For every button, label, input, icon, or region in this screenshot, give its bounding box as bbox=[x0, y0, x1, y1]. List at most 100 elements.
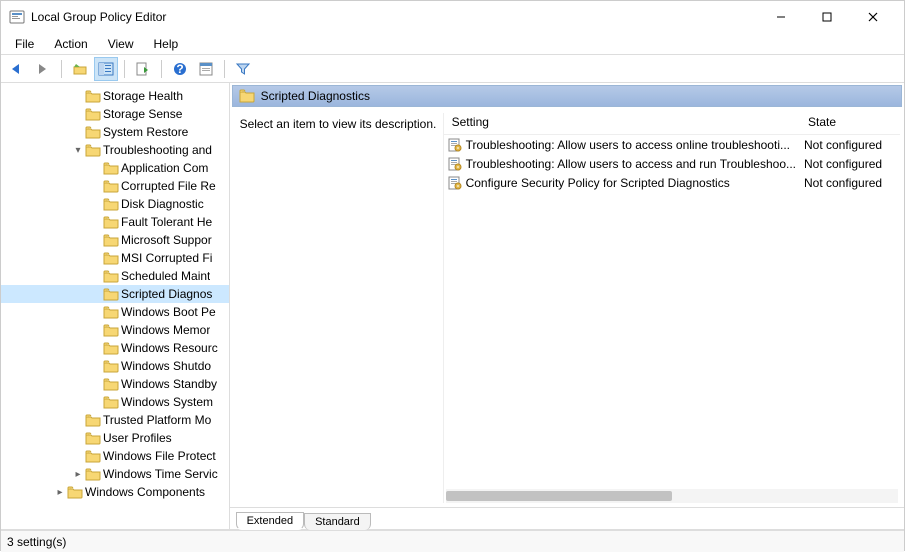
policy-icon bbox=[448, 157, 462, 171]
tree-toggle-icon[interactable]: ▸ bbox=[53, 487, 67, 498]
tree-item[interactable]: ▾Troubleshooting and bbox=[1, 141, 229, 159]
folder-icon bbox=[103, 395, 119, 409]
tree-item-label: Scripted Diagnos bbox=[121, 287, 212, 301]
tree-item[interactable]: Disk Diagnostic bbox=[1, 195, 229, 213]
folder-icon bbox=[67, 485, 83, 499]
toolbar-separator bbox=[124, 60, 125, 78]
tree-item[interactable]: Windows System bbox=[1, 393, 229, 411]
folder-icon bbox=[239, 89, 255, 103]
tree-item-label: Application Com bbox=[121, 161, 208, 175]
maximize-button[interactable] bbox=[804, 1, 850, 33]
tree: Storage Health Storage Sense System Restor… bbox=[1, 87, 229, 501]
folder-icon bbox=[103, 179, 119, 193]
toolbar-separator bbox=[161, 60, 162, 78]
tree-item-label: Windows System bbox=[121, 395, 213, 409]
folder-icon bbox=[103, 341, 119, 355]
menu-bar: File Action View Help bbox=[1, 33, 904, 55]
scrollbar-thumb[interactable] bbox=[446, 491, 672, 501]
tree-item-label: Microsoft Suppor bbox=[121, 233, 212, 247]
tab-standard[interactable]: Standard bbox=[304, 513, 371, 530]
forward-button[interactable] bbox=[31, 57, 55, 81]
tree-item-label: Windows Boot Pe bbox=[121, 305, 216, 319]
policy-icon bbox=[448, 176, 462, 190]
tree-item[interactable]: Fault Tolerant He bbox=[1, 213, 229, 231]
filter-button[interactable] bbox=[231, 57, 255, 81]
tree-item[interactable]: Application Com bbox=[1, 159, 229, 177]
tree-item-label: Fault Tolerant He bbox=[121, 215, 212, 229]
column-header-setting[interactable]: Setting bbox=[444, 113, 800, 134]
tree-item-label: Storage Sense bbox=[103, 107, 182, 121]
tree-toggle-icon[interactable]: ▸ bbox=[71, 469, 85, 480]
folder-icon bbox=[103, 269, 119, 283]
folder-icon bbox=[103, 377, 119, 391]
show-tree-button[interactable] bbox=[94, 57, 118, 81]
policy-icon bbox=[448, 138, 462, 152]
folder-icon bbox=[85, 431, 101, 445]
export-button[interactable] bbox=[131, 57, 155, 81]
tree-pane[interactable]: Storage Health Storage Sense System Restor… bbox=[1, 83, 230, 529]
tree-item[interactable]: Microsoft Suppor bbox=[1, 231, 229, 249]
tree-item[interactable]: MSI Corrupted Fi bbox=[1, 249, 229, 267]
tree-item-label: Trusted Platform Mo bbox=[103, 413, 211, 427]
description-prompt: Select an item to view its description. bbox=[240, 117, 437, 131]
window-title: Local Group Policy Editor bbox=[31, 10, 758, 24]
tree-item-label: Windows Components bbox=[85, 485, 205, 499]
tree-item[interactable]: Corrupted File Re bbox=[1, 177, 229, 195]
minimize-button[interactable] bbox=[758, 1, 804, 33]
toolbar-separator bbox=[61, 60, 62, 78]
folder-icon bbox=[103, 233, 119, 247]
folder-icon bbox=[103, 287, 119, 301]
up-button[interactable] bbox=[68, 57, 92, 81]
tree-item-label: Windows File Protect bbox=[103, 449, 216, 463]
horizontal-scrollbar[interactable] bbox=[446, 489, 898, 503]
settings-row[interactable]: Troubleshooting: Allow users to access a… bbox=[444, 154, 900, 173]
folder-icon bbox=[103, 323, 119, 337]
tree-item[interactable]: Windows Boot Pe bbox=[1, 303, 229, 321]
menu-view[interactable]: View bbox=[100, 35, 142, 53]
tree-item[interactable]: Trusted Platform Mo bbox=[1, 411, 229, 429]
tree-item[interactable]: Windows Resourc bbox=[1, 339, 229, 357]
folder-icon bbox=[103, 251, 119, 265]
tree-item[interactable]: Scheduled Maint bbox=[1, 267, 229, 285]
back-button[interactable] bbox=[5, 57, 29, 81]
tree-item[interactable]: Windows Standby bbox=[1, 375, 229, 393]
list-header: Setting State bbox=[444, 113, 900, 135]
tree-item[interactable]: Storage Health bbox=[1, 87, 229, 105]
list-rows: Troubleshooting: Allow users to access o… bbox=[444, 135, 900, 489]
menu-help[interactable]: Help bbox=[146, 35, 187, 53]
tree-item[interactable]: Windows Memor bbox=[1, 321, 229, 339]
column-header-state[interactable]: State bbox=[800, 113, 900, 134]
setting-name: Configure Security Policy for Scripted D… bbox=[466, 176, 730, 190]
help-button[interactable]: ? bbox=[168, 57, 192, 81]
menu-action[interactable]: Action bbox=[46, 35, 95, 53]
settings-row[interactable]: Troubleshooting: Allow users to access o… bbox=[444, 135, 900, 154]
tree-item[interactable]: Windows Shutdo bbox=[1, 357, 229, 375]
folder-icon bbox=[103, 305, 119, 319]
tree-item[interactable]: User Profiles bbox=[1, 429, 229, 447]
tab-extended[interactable]: Extended bbox=[236, 512, 304, 530]
svg-text:?: ? bbox=[176, 62, 183, 76]
folder-icon bbox=[85, 89, 101, 103]
tree-item-label: Windows Memor bbox=[121, 323, 210, 337]
pane-body: Select an item to view its description. … bbox=[230, 109, 904, 507]
tree-item[interactable]: System Restore bbox=[1, 123, 229, 141]
details-pane: Scripted Diagnostics Select an item to v… bbox=[230, 83, 904, 529]
pane-tabs: Extended Standard bbox=[230, 507, 904, 529]
properties-button[interactable] bbox=[194, 57, 218, 81]
close-button[interactable] bbox=[850, 1, 896, 33]
tree-item[interactable]: Scripted Diagnos bbox=[1, 285, 229, 303]
menu-file[interactable]: File bbox=[7, 35, 42, 53]
tree-item-label: MSI Corrupted Fi bbox=[121, 251, 212, 265]
folder-icon bbox=[103, 359, 119, 373]
tree-item-label: Windows Standby bbox=[121, 377, 217, 391]
description-column: Select an item to view its description. bbox=[234, 113, 444, 503]
settings-row[interactable]: Configure Security Policy for Scripted D… bbox=[444, 173, 900, 192]
tree-item[interactable]: Storage Sense bbox=[1, 105, 229, 123]
toolbar-separator bbox=[224, 60, 225, 78]
tree-item[interactable]: ▸ Windows Components bbox=[1, 483, 229, 501]
tree-item[interactable]: Windows File Protect bbox=[1, 447, 229, 465]
setting-state: Not configured bbox=[800, 176, 900, 190]
tree-toggle-icon[interactable]: ▾ bbox=[71, 145, 85, 156]
tree-item[interactable]: ▸Windows Time Servic bbox=[1, 465, 229, 483]
folder-icon bbox=[85, 143, 101, 157]
